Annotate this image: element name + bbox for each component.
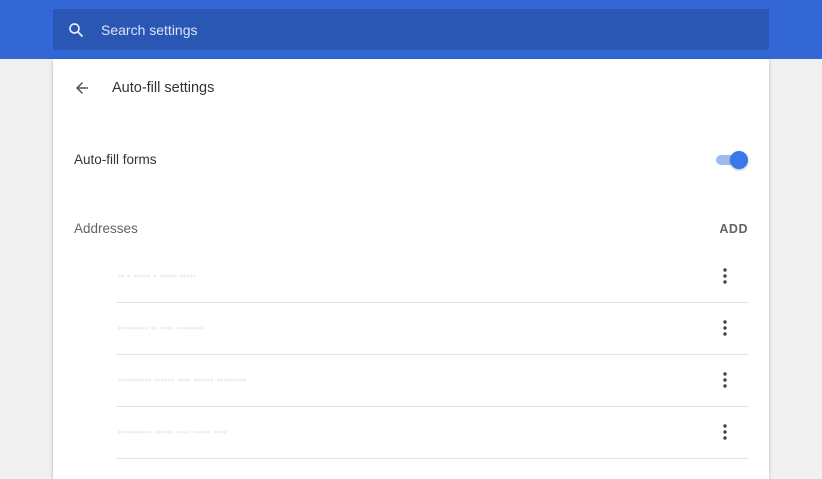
autofill-forms-label: Auto-fill forms xyxy=(74,151,157,167)
address-row[interactable]: ‧‧‧‧‧‧‧‧‧ ‧‧ ‧‧‧‧ ‧‧‧‧‧‧‧‧ xyxy=(116,303,749,355)
address-text: ‧‧‧‧‧‧‧‧‧ ‧‧ ‧‧‧‧ ‧‧‧‧‧‧‧‧ xyxy=(118,324,204,333)
address-row[interactable]: ‧‧ ‧ ‧‧‧‧‧ ‧ ‧‧‧‧‧ ‧‧‧‧‧ xyxy=(116,251,749,303)
addresses-label: Addresses xyxy=(74,221,138,236)
search-icon[interactable] xyxy=(66,20,86,40)
settings-card: Auto-fill settings Auto-fill forms Addre… xyxy=(53,59,769,479)
page-title: Auto-fill settings xyxy=(112,80,215,96)
address-text: ‧‧‧‧‧‧‧‧‧‧ ‧‧‧‧‧‧ ‧‧‧‧ ‧‧‧‧‧ ‧‧‧‧ xyxy=(118,428,228,437)
address-row[interactable]: ‧‧‧‧‧‧‧‧‧‧ ‧‧‧‧‧‧ ‧‧‧‧ ‧‧‧‧‧ ‧‧‧‧ xyxy=(116,407,749,459)
more-vert-icon[interactable] xyxy=(713,420,737,444)
top-bar xyxy=(0,0,822,59)
address-row[interactable]: ‧‧‧‧‧‧‧‧‧‧ ‧‧‧‧‧‧ ‧‧‧‧ ‧‧‧‧‧‧ ‧‧‧‧‧‧‧‧‧ xyxy=(116,355,749,407)
address-list: ‧‧ ‧ ‧‧‧‧‧ ‧ ‧‧‧‧‧ ‧‧‧‧‧ ‧‧‧‧‧‧‧‧‧ ‧‧ ‧‧… xyxy=(116,251,749,459)
add-address-button[interactable]: ADD xyxy=(719,216,748,242)
search-input[interactable] xyxy=(101,21,701,38)
addresses-section-header: Addresses ADD xyxy=(53,214,769,244)
toggle-knob xyxy=(730,151,748,169)
more-vert-icon[interactable] xyxy=(713,368,737,392)
arrow-back-icon[interactable] xyxy=(70,76,94,100)
autofill-toggle[interactable] xyxy=(714,151,748,169)
page-header: Auto-fill settings xyxy=(53,59,769,117)
autofill-forms-row[interactable]: Auto-fill forms xyxy=(53,141,769,177)
more-vert-icon[interactable] xyxy=(713,316,737,340)
more-vert-icon[interactable] xyxy=(713,264,737,288)
address-text: ‧‧‧‧‧‧‧‧‧‧ ‧‧‧‧‧‧ ‧‧‧‧ ‧‧‧‧‧‧ ‧‧‧‧‧‧‧‧‧ xyxy=(118,376,248,385)
search-bar[interactable] xyxy=(53,9,769,50)
address-text: ‧‧ ‧ ‧‧‧‧‧ ‧ ‧‧‧‧‧ ‧‧‧‧‧ xyxy=(118,272,197,281)
